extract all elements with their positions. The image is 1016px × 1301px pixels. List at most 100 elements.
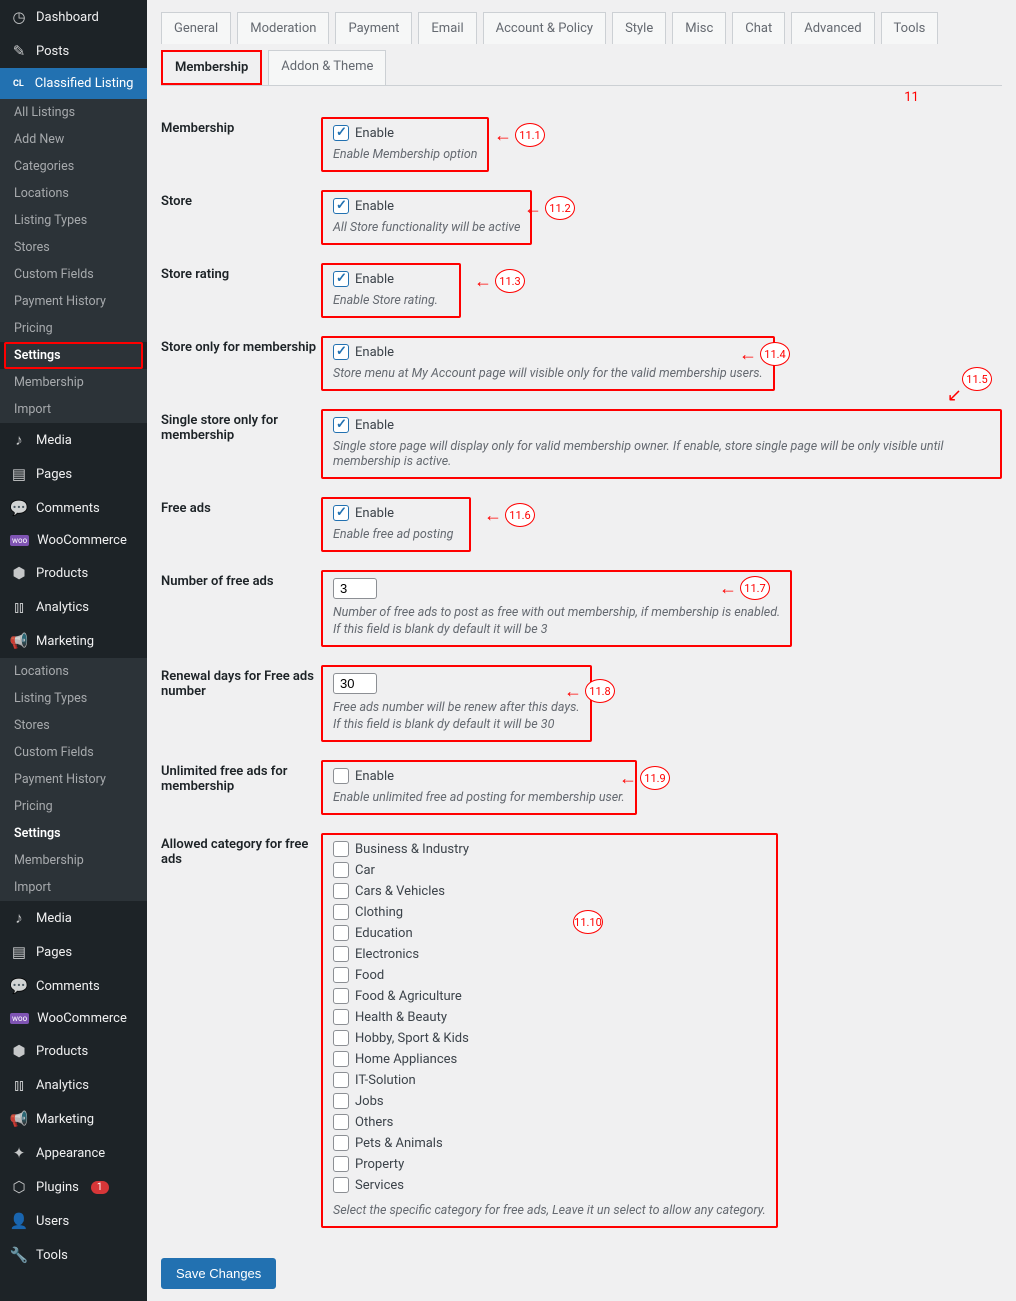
category-checkbox[interactable]: Others — [333, 1114, 766, 1130]
sidebar-item[interactable]: 🔧Tools — [0, 1238, 147, 1272]
checkbox-input[interactable] — [333, 946, 349, 962]
checkbox-input[interactable] — [333, 862, 349, 878]
sidebar-item[interactable]: 📢Marketing — [0, 1102, 147, 1136]
sidebar-item[interactable]: ⬡Plugins1 — [0, 1170, 147, 1204]
sidebar-item-classified-listing[interactable]: CL Classified Listing — [0, 68, 147, 99]
sidebar-sub-locations[interactable]: Locations — [0, 180, 147, 207]
sidebar-sub-categories[interactable]: Categories — [0, 153, 147, 180]
checkbox-input[interactable] — [333, 1156, 349, 1172]
sidebar-sub-import[interactable]: Import — [0, 396, 147, 423]
checkbox-input[interactable] — [333, 1093, 349, 1109]
sidebar-sub-listing-types[interactable]: Listing Types — [0, 207, 147, 234]
number-input[interactable] — [333, 673, 377, 694]
tab-chat[interactable]: Chat — [732, 12, 785, 44]
category-checkbox[interactable]: Car — [333, 862, 766, 878]
category-checkbox[interactable]: IT-Solution — [333, 1072, 766, 1088]
category-checkbox[interactable]: Food — [333, 967, 766, 983]
category-checkbox[interactable]: Food & Agriculture — [333, 988, 766, 1004]
tab-tools[interactable]: Tools — [881, 12, 939, 44]
sidebar-sub[interactable]: Custom Fields — [0, 739, 147, 766]
checkbox-input[interactable] — [333, 967, 349, 983]
checkbox-input[interactable] — [333, 271, 349, 287]
enable-checkbox[interactable]: Enable — [333, 505, 459, 521]
sidebar-sub-custom-fields[interactable]: Custom Fields — [0, 261, 147, 288]
sidebar-item[interactable]: ⬢Products — [0, 1034, 147, 1068]
category-checkbox[interactable]: Services — [333, 1177, 766, 1193]
category-checkbox[interactable]: Home Appliances — [333, 1051, 766, 1067]
sidebar-item[interactable]: 💬Comments — [0, 969, 147, 1003]
sidebar-item-comments[interactable]: 💬Comments — [0, 491, 147, 525]
category-checkbox[interactable]: Electronics — [333, 946, 766, 962]
checkbox-input[interactable] — [333, 344, 349, 360]
checkbox-input[interactable] — [333, 768, 349, 784]
sidebar-sub-all-listings[interactable]: All Listings — [0, 99, 147, 126]
category-checkbox[interactable]: Business & Industry — [333, 841, 766, 857]
checkbox-input[interactable] — [333, 505, 349, 521]
tab-payment[interactable]: Payment — [335, 12, 412, 44]
sidebar-sub[interactable]: Listing Types — [0, 685, 147, 712]
sidebar-sub-payment-history[interactable]: Payment History — [0, 288, 147, 315]
checkbox-input[interactable] — [333, 1177, 349, 1193]
enable-checkbox[interactable]: Enable — [333, 768, 625, 784]
enable-checkbox[interactable]: Enable — [333, 271, 449, 287]
tab-addon-theme[interactable]: Addon & Theme — [268, 50, 386, 85]
checkbox-input[interactable] — [333, 1114, 349, 1130]
checkbox-input[interactable] — [333, 841, 349, 857]
enable-checkbox[interactable]: Enable — [333, 125, 477, 141]
sidebar-sub-settings[interactable]: Settings — [4, 342, 143, 369]
sidebar-item[interactable]: ♪Media — [0, 901, 147, 935]
sidebar-sub[interactable]: Stores — [0, 712, 147, 739]
checkbox-input[interactable] — [333, 198, 349, 214]
category-checkbox[interactable]: Jobs — [333, 1093, 766, 1109]
checkbox-input[interactable] — [333, 988, 349, 1004]
category-checkbox[interactable]: Pets & Animals — [333, 1135, 766, 1151]
sidebar-item-media[interactable]: ♪Media — [0, 423, 147, 457]
checkbox-input[interactable] — [333, 125, 349, 141]
sidebar-item-pages[interactable]: ▤Pages — [0, 457, 147, 491]
checkbox-input[interactable] — [333, 904, 349, 920]
sidebar-sub[interactable]: Membership — [0, 847, 147, 874]
checkbox-input[interactable] — [333, 1135, 349, 1151]
checkbox-input[interactable] — [333, 1051, 349, 1067]
tab-style[interactable]: Style — [612, 12, 666, 44]
enable-checkbox[interactable]: Enable — [333, 417, 990, 433]
sidebar-item-marketing[interactable]: 📢Marketing — [0, 624, 147, 658]
sidebar-item-posts[interactable]: ✎Posts — [0, 34, 147, 68]
checkbox-input[interactable] — [333, 1009, 349, 1025]
sidebar-item[interactable]: wooWooCommerce — [0, 1003, 147, 1034]
category-checkbox[interactable]: Education — [333, 925, 766, 941]
checkbox-input[interactable] — [333, 1072, 349, 1088]
tab-account-policy[interactable]: Account & Policy — [483, 12, 606, 44]
save-button[interactable]: Save Changes — [161, 1258, 276, 1289]
sidebar-sub[interactable]: Locations — [0, 658, 147, 685]
checkbox-input[interactable] — [333, 883, 349, 899]
category-checkbox[interactable]: Property — [333, 1156, 766, 1172]
sidebar-sub-stores[interactable]: Stores — [0, 234, 147, 261]
tab-membership[interactable]: Membership — [161, 50, 262, 85]
sidebar-sub[interactable]: Settings — [0, 820, 147, 847]
tab-advanced[interactable]: Advanced — [791, 12, 874, 44]
sidebar-item[interactable]: ⫾⫾Analytics — [0, 1068, 147, 1102]
sidebar-sub-add-new[interactable]: Add New — [0, 126, 147, 153]
enable-checkbox[interactable]: Enable — [333, 344, 763, 360]
sidebar-item-analytics[interactable]: ⫾⫾Analytics — [0, 590, 147, 624]
sidebar-item-dashboard[interactable]: ◷Dashboard — [0, 0, 147, 34]
sidebar-item[interactable]: ▤Pages — [0, 935, 147, 969]
category-checkbox[interactable]: Clothing — [333, 904, 766, 920]
checkbox-input[interactable] — [333, 925, 349, 941]
sidebar-item[interactable]: 👤Users — [0, 1204, 147, 1238]
sidebar-sub-pricing[interactable]: Pricing — [0, 315, 147, 342]
category-checkbox[interactable]: Health & Beauty — [333, 1009, 766, 1025]
tab-email[interactable]: Email — [418, 12, 476, 44]
tab-general[interactable]: General — [161, 12, 231, 44]
sidebar-item[interactable]: ✦Appearance — [0, 1136, 147, 1170]
sidebar-sub-membership[interactable]: Membership — [0, 369, 147, 396]
number-input[interactable] — [333, 578, 377, 599]
sidebar-sub[interactable]: Import — [0, 874, 147, 901]
category-checkbox[interactable]: Cars & Vehicles — [333, 883, 766, 899]
sidebar-sub[interactable]: Pricing — [0, 793, 147, 820]
tab-misc[interactable]: Misc — [672, 12, 726, 44]
sidebar-sub[interactable]: Payment History — [0, 766, 147, 793]
sidebar-item-woocommerce[interactable]: wooWooCommerce — [0, 525, 147, 556]
category-checkbox[interactable]: Hobby, Sport & Kids — [333, 1030, 766, 1046]
